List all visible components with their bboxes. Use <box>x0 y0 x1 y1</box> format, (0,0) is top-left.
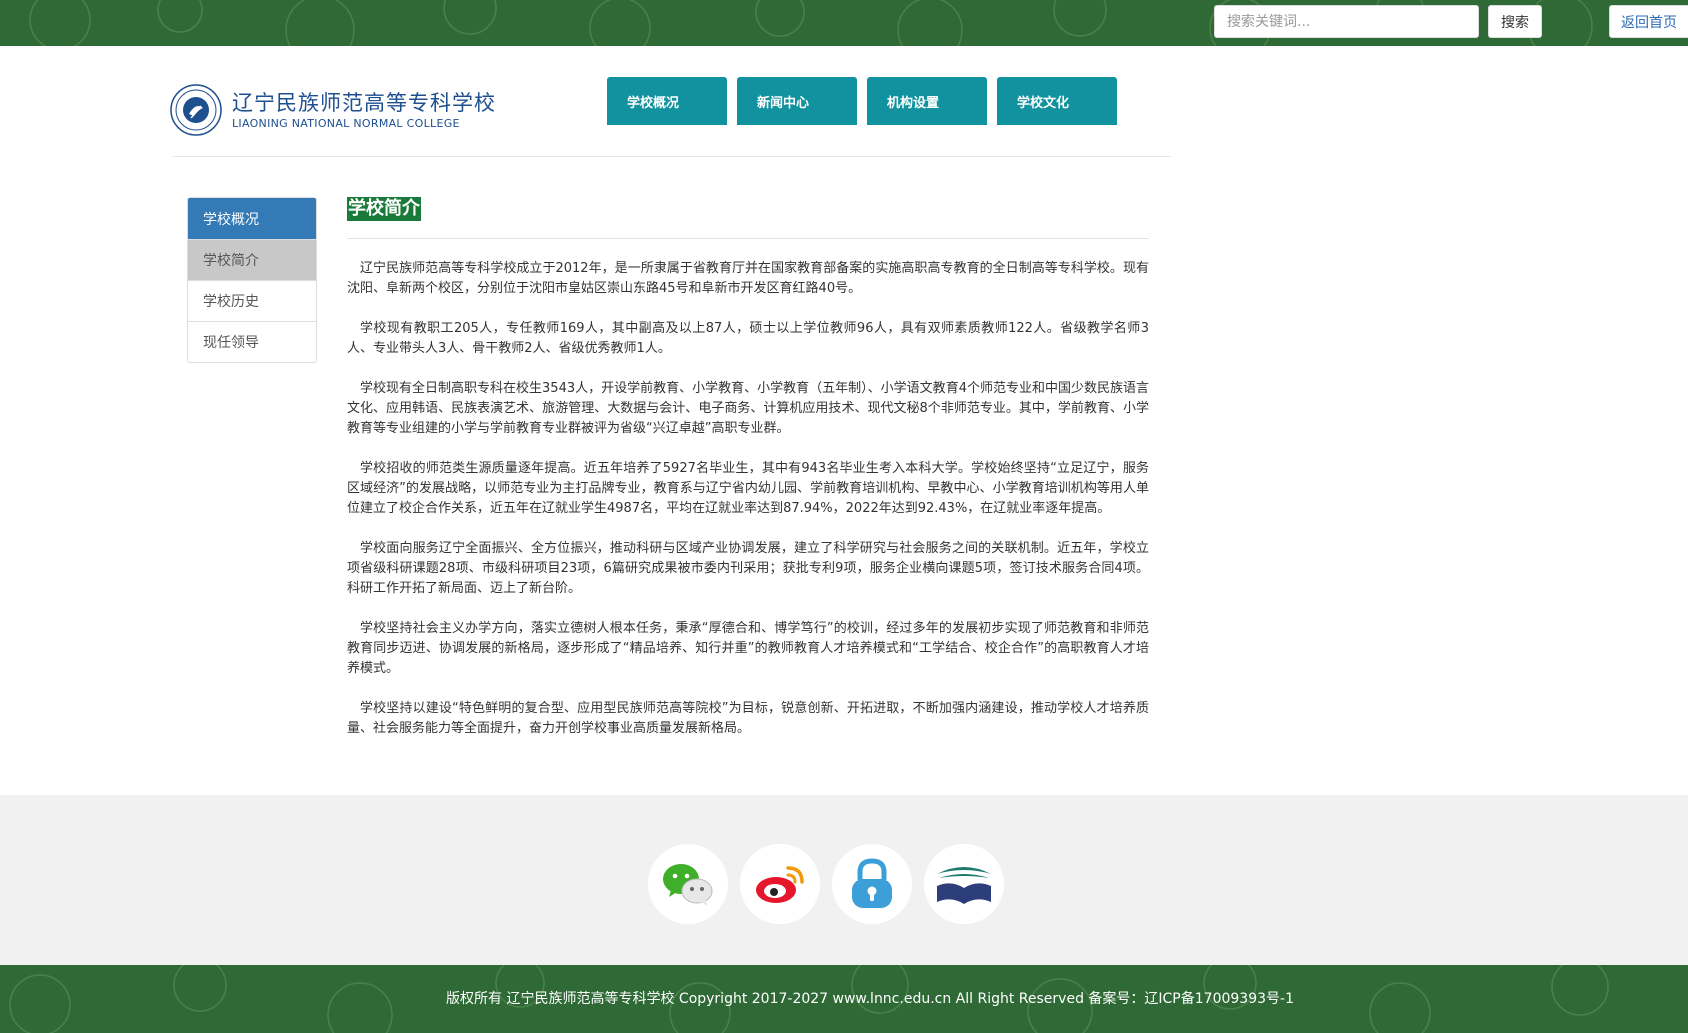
wechat-icon[interactable] <box>648 844 728 924</box>
nav-item-overview[interactable]: 学校概况 <box>607 77 727 125</box>
main-content: 学校简介 辽宁民族师范高等专科学校成立于2012年，是一所隶属于省教育厅并在国家… <box>347 197 1149 759</box>
search-input[interactable] <box>1214 5 1479 38</box>
school-emblem-icon <box>170 84 222 136</box>
nav-item-departments[interactable]: 机构设置 <box>867 77 987 125</box>
article-body: 辽宁民族师范高等专科学校成立于2012年，是一所隶属于省教育厅并在国家教育部备案… <box>347 259 1149 739</box>
school-name-en: LIAONING NATIONAL NORMAL COLLEGE <box>232 117 460 130</box>
paragraph: 学校现有全日制高职专科在校生3543人，开设学前教育、小学教育、小学教育（五年制… <box>347 381 1149 436</box>
school-logo[interactable]: 辽宁民族师范高等专科学校 LIAONING NATIONAL NORMAL CO… <box>170 84 496 136</box>
nav-item-news[interactable]: 新闻中心 <box>737 77 857 125</box>
paragraph: 学校坚持以建设“特色鲜明的复合型、应用型民族师范高等院校”为目标，锐意创新、开拓… <box>347 701 1149 736</box>
sidebar-title: 学校概况 <box>188 198 316 239</box>
sidebar-item-intro[interactable]: 学校简介 <box>188 239 316 280</box>
sidebar-item-leaders[interactable]: 现任领导 <box>188 321 316 362</box>
sidebar: 学校概况 学校简介 学校历史 现任领导 <box>187 197 317 363</box>
paragraph: 学校招收的师范类生源质量逐年提高。近五年培养了5927名毕业生，其中有943名毕… <box>347 461 1149 516</box>
main-nav: 学校概况 新闻中心 机构设置 学校文化 <box>607 77 1117 125</box>
title-divider <box>347 238 1149 239</box>
header-divider <box>172 156 1171 157</box>
paragraph: 学校坚持社会主义办学方向，落实立德树人根本任务，秉承“厚德合和、博学笃行”的校训… <box>347 621 1149 676</box>
footer: 版权所有 辽宁民族师范高等专科学校 Copyright 2017-2027 ww… <box>0 965 1688 1033</box>
weibo-icon[interactable] <box>740 844 820 924</box>
sidebar-item-history[interactable]: 学校历史 <box>188 280 316 321</box>
school-name-cn: 辽宁民族师范高等专科学校 <box>232 91 496 115</box>
top-bar: 搜索 返回首页 <box>0 0 1688 46</box>
paragraph: 学校面向服务辽宁全面振兴、全方位振兴，推动科研与区域产业协调发展，建立了科学研究… <box>347 541 1149 596</box>
library-icon[interactable] <box>924 844 1004 924</box>
home-button[interactable]: 返回首页 <box>1609 5 1688 38</box>
copyright-text: 版权所有 辽宁民族师范高等专科学校 Copyright 2017-2027 ww… <box>446 991 1294 1007</box>
nav-item-culture[interactable]: 学校文化 <box>997 77 1117 125</box>
page-title: 学校简介 <box>347 197 421 221</box>
paragraph: 学校现有教职工205人，专任教师169人，其中副高及以上87人，硕士以上学位教师… <box>347 321 1149 356</box>
search-button[interactable]: 搜索 <box>1488 5 1542 38</box>
social-icons <box>648 844 1004 924</box>
paragraph: 辽宁民族师范高等专科学校成立于2012年，是一所隶属于省教育厅并在国家教育部备案… <box>347 261 1149 296</box>
lock-icon[interactable] <box>832 844 912 924</box>
